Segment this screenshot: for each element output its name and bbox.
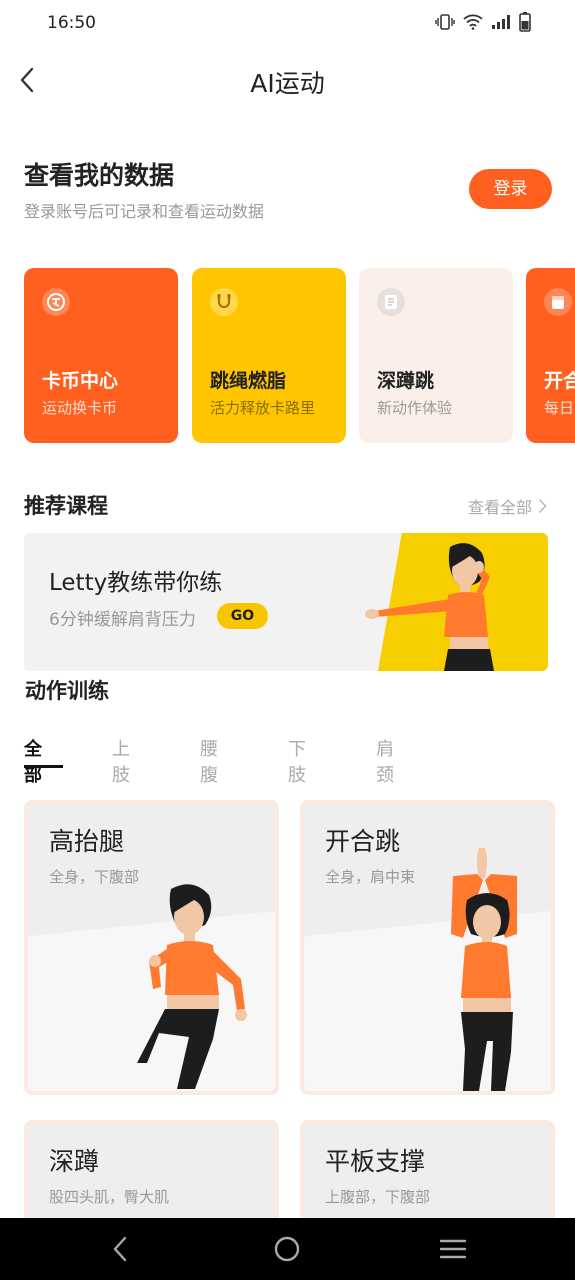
feature-card-jump-rope[interactable]: 跳绳燃脂 活力释放卡路里 bbox=[192, 268, 346, 443]
battery-icon bbox=[519, 12, 531, 36]
exercise-title: 平板支撑 bbox=[325, 1147, 426, 1176]
coin-icon bbox=[42, 288, 70, 316]
nav-menu-icon bbox=[439, 1239, 467, 1259]
nav-back-button[interactable] bbox=[100, 1232, 140, 1266]
login-button[interactable]: 登录 bbox=[469, 169, 552, 209]
system-nav-bar bbox=[0, 1218, 575, 1280]
feature-subtitle: 运动换卡币 bbox=[42, 399, 118, 417]
active-tab-indicator bbox=[24, 765, 63, 768]
wifi-icon bbox=[463, 14, 483, 34]
signal-icon bbox=[491, 14, 511, 34]
feature-title: 跳绳燃脂 bbox=[210, 370, 287, 392]
exercise-title: 深蹲 bbox=[49, 1147, 100, 1176]
exercise-subtitle: 上腹部，下腹部 bbox=[325, 1188, 431, 1206]
course-banner[interactable]: Letty教练带你练 6分钟缓解肩背压力 GO bbox=[24, 533, 548, 671]
view-all-link[interactable]: 查看全部 bbox=[468, 494, 547, 518]
feature-subtitle: 每日 bbox=[544, 399, 575, 417]
nav-menu-button[interactable] bbox=[433, 1232, 473, 1266]
recommended-title: 推荐课程 bbox=[24, 494, 108, 518]
status-time: 16:50 bbox=[47, 13, 96, 33]
feature-subtitle: 新动作体验 bbox=[377, 399, 453, 417]
jump-rope-icon bbox=[210, 288, 238, 316]
exercise-card-jumping-jack[interactable]: 开合跳 全身，肩中束 bbox=[300, 800, 555, 1095]
my-data-title: 查看我的数据 bbox=[24, 161, 175, 190]
vibrate-icon bbox=[435, 14, 455, 34]
tab-core[interactable]: 腰腹 bbox=[200, 735, 218, 787]
my-data-subtitle: 登录账号后可记录和查看运动数据 bbox=[24, 202, 265, 221]
exercise-subtitle: 股四头肌，臀大肌 bbox=[49, 1188, 170, 1206]
status-icons bbox=[435, 12, 531, 36]
feature-card-coin-center[interactable]: 卡币中心 运动换卡币 bbox=[24, 268, 178, 443]
page-title: AI运动 bbox=[250, 69, 325, 98]
calendar-icon bbox=[544, 288, 572, 316]
tab-all[interactable]: 全部 bbox=[24, 735, 42, 787]
nav-back-icon bbox=[113, 1236, 127, 1262]
action-training-title: 动作训练 bbox=[25, 679, 109, 703]
go-badge[interactable]: GO bbox=[217, 603, 268, 629]
feature-card-squat-jump[interactable]: 深蹲跳 新动作体验 bbox=[359, 268, 513, 443]
header: AI运动 bbox=[0, 50, 575, 110]
feature-title: 深蹲跳 bbox=[377, 370, 435, 392]
view-all-label: 查看全部 bbox=[467, 498, 532, 517]
note-icon bbox=[377, 288, 405, 316]
coach-illustration bbox=[365, 543, 494, 671]
feature-title: 卡币中心 bbox=[42, 370, 119, 392]
exercise-card-high-knees[interactable]: 高抬腿 全身，下腹部 bbox=[24, 800, 279, 1095]
exercise-subtitle: 全身，肩中束 bbox=[325, 868, 416, 886]
chevron-right-icon bbox=[538, 498, 547, 514]
tab-neck-shoulder[interactable]: 肩颈 bbox=[376, 735, 394, 787]
high-knees-illustration bbox=[137, 884, 247, 1089]
feature-title: 开合 bbox=[544, 370, 575, 392]
exercise-title: 高抬腿 bbox=[49, 827, 125, 856]
feature-card-jumping-jack[interactable]: 开合 每日 bbox=[526, 268, 575, 443]
nav-home-icon bbox=[274, 1236, 300, 1262]
feature-subtitle: 活力释放卡路里 bbox=[210, 399, 316, 417]
feature-carousel[interactable]: 卡币中心 运动换卡币 跳绳燃脂 活力释放卡路里 深蹲跳 新动作体验 开合 每日 bbox=[24, 268, 575, 444]
course-title: Letty教练带你练 bbox=[49, 570, 223, 596]
nav-home-button[interactable] bbox=[267, 1232, 307, 1266]
tab-upper-body[interactable]: 上肢 bbox=[112, 735, 130, 787]
exercise-title: 开合跳 bbox=[325, 827, 401, 856]
jumping-jack-illustration bbox=[451, 848, 517, 1091]
tab-lower-body[interactable]: 下肢 bbox=[288, 735, 306, 787]
exercise-subtitle: 全身，下腹部 bbox=[49, 868, 140, 886]
course-subtitle: 6分钟缓解肩背压力 bbox=[49, 610, 196, 630]
status-bar: 16:50 bbox=[0, 0, 575, 48]
